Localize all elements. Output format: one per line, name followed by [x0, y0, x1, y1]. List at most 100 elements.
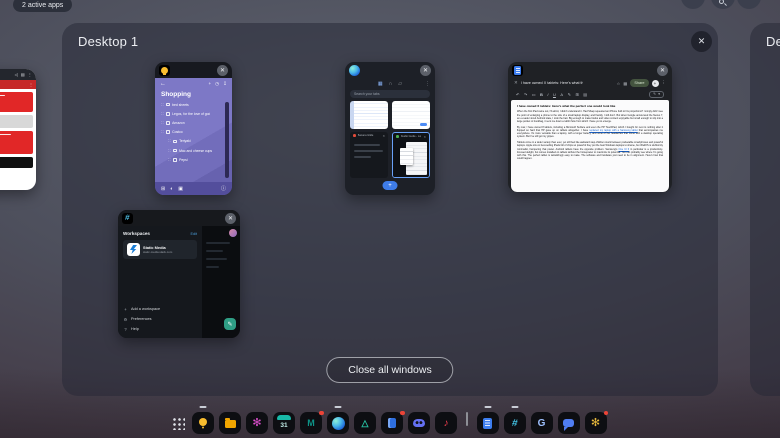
search-tabs-input[interactable]: Search your tabs	[350, 90, 430, 98]
pin-icon[interactable]: +	[208, 81, 211, 87]
new-tab-button[interactable]: +	[382, 181, 398, 190]
taskbar-drive-icon[interactable]	[354, 412, 376, 434]
active-apps-pill[interactable]: 2 active apps	[13, 0, 73, 12]
checkbox[interactable]	[173, 139, 177, 144]
taskbar-gallery-icon[interactable]	[246, 412, 268, 434]
edge-close-button[interactable]: ✕	[420, 64, 431, 76]
checklist-item[interactable]: ∷ Teriyaki	[161, 137, 226, 146]
checklist-item[interactable]: ∷ Pepsi	[161, 155, 226, 164]
drag-handle-icon[interactable]: ∷	[161, 120, 164, 125]
keep-window[interactable]: ✕ ← + ◷ ↧ Shopping ∷ bed sheets ∷ Legos, fo…	[155, 62, 232, 195]
close-doc-icon[interactable]: ✕	[514, 80, 518, 86]
slack-window[interactable]: # ✕ Workspaces Edit Static Media static-…	[118, 210, 240, 338]
top-action-button-2[interactable]	[737, 0, 761, 9]
align-icon[interactable]: ▤	[583, 92, 587, 97]
workspace-item[interactable]: Static Media static-media.slack.com	[123, 240, 197, 259]
top-action-button-1[interactable]	[681, 0, 705, 9]
undo-icon[interactable]: ↶	[516, 92, 519, 97]
keep-close-button[interactable]: ✕	[217, 64, 228, 76]
drag-handle-icon[interactable]: ∷	[161, 130, 164, 134]
taskbar-google-keep-icon[interactable]	[192, 406, 214, 434]
back-icon[interactable]: ←	[160, 81, 166, 87]
tab-thumbnail-document[interactable]	[392, 101, 430, 129]
italic-button[interactable]: I	[547, 92, 548, 97]
search-button[interactable]	[711, 0, 735, 9]
edit-button[interactable]: Edit	[190, 232, 197, 236]
checklist-item[interactable]: ∷ Amazon	[161, 118, 226, 127]
bold-button[interactable]: B	[540, 92, 543, 97]
avatar[interactable]	[229, 229, 237, 237]
close-tab-icon[interactable]: ✕	[382, 134, 385, 138]
checkbox[interactable]	[166, 130, 170, 134]
compose-button[interactable]: ✎	[224, 318, 236, 330]
taskbar-calendar-icon[interactable]: 31	[273, 412, 295, 434]
taskbar-google-docs-icon[interactable]	[476, 406, 499, 434]
print-icon[interactable]: ▭	[532, 92, 536, 97]
grid-icon[interactable]: ▦	[623, 81, 627, 86]
tab-thumbnail-spreadsheet[interactable]	[350, 101, 388, 129]
add-workspace-button[interactable]: + Add a workspace	[123, 304, 197, 314]
tab-groups-icon[interactable]: ▱	[398, 81, 402, 87]
add-checkbox-icon[interactable]: ⊞	[161, 186, 165, 192]
tab-thumbnail-dark[interactable]: Banana Glide ✕	[350, 132, 388, 178]
note-title[interactable]: Shopping	[155, 88, 232, 100]
drag-handle-icon[interactable]: ∷	[168, 139, 171, 143]
editing-mode-button[interactable]: ✎ ▾	[649, 90, 664, 98]
share-button[interactable]: Share	[630, 79, 649, 87]
tab-thumbnail-selected[interactable]: Studio Guide - Layout ✕	[392, 132, 430, 178]
checklist-item[interactable]: ∷ Costco	[161, 128, 226, 137]
reminder-icon[interactable]: ◷	[215, 81, 219, 87]
next-desktop-panel[interactable]: Desktop 2	[750, 23, 780, 396]
checklist-item[interactable]: ∷ Mac and cheese cups	[161, 146, 226, 155]
checkbox[interactable]	[173, 148, 177, 153]
highlight-button[interactable]: ✎	[568, 92, 571, 97]
checklist-item[interactable]: ∷ bed sheets	[161, 100, 226, 109]
info-icon[interactable]: ⓘ	[221, 185, 226, 192]
image-icon[interactable]: ▣	[178, 186, 183, 192]
desktop-close-button[interactable]: ✕	[691, 31, 712, 52]
docs-window[interactable]: ✕ ✕ I have owned X tablets: Here's what …	[508, 62, 672, 192]
drag-handle-icon[interactable]: ∷	[161, 102, 164, 107]
taskbar-app-drawer-button[interactable]	[170, 412, 187, 434]
redo-icon[interactable]: ↷	[524, 92, 527, 97]
tabs-grid-icon[interactable]: ▦	[378, 81, 383, 87]
add-button[interactable]: +	[651, 79, 659, 87]
edge-window[interactable]: ✕ ▦ ∩ ▱ ⋮ Search your tabs Banana Glide …	[345, 62, 435, 195]
close-tab-icon[interactable]: ✕	[423, 135, 426, 139]
checklist-item[interactable]: ∷ Legos, for the love of god	[161, 109, 226, 118]
kebab-menu-icon[interactable]: ⋮	[662, 80, 667, 86]
taskbar-messages-icon[interactable]	[557, 412, 580, 434]
incognito-icon[interactable]: ∩	[389, 81, 393, 87]
adjacent-window-left[interactable]: ◁ ▤ ⋮ ⋮	[0, 69, 36, 190]
docs-close-button[interactable]: ✕	[657, 64, 668, 76]
taskbar-discord-icon[interactable]	[408, 412, 430, 434]
underline-button[interactable]: U	[553, 92, 556, 97]
taskbar-music-icon[interactable]	[435, 412, 457, 434]
kebab-menu-icon[interactable]: ⋮	[425, 81, 430, 87]
drag-handle-icon[interactable]: ∷	[168, 157, 171, 162]
drag-handle-icon[interactable]: ∷	[161, 111, 164, 116]
palette-icon[interactable]: ◐	[170, 186, 173, 192]
preferences-button[interactable]: ⚙ Preferences	[123, 314, 197, 324]
help-button[interactable]: ? Help	[123, 324, 197, 334]
taskbar-files-icon[interactable]	[219, 412, 241, 434]
text-color-button[interactable]: A	[560, 92, 563, 97]
close-all-windows-button[interactable]: Close all windows	[326, 357, 454, 383]
insert-table-icon[interactable]: ⊞	[575, 92, 578, 97]
checkbox[interactable]	[166, 111, 170, 116]
checkbox[interactable]	[166, 121, 170, 125]
drag-handle-icon[interactable]: ∷	[168, 148, 171, 153]
taskbar-photos-pinwheel-icon[interactable]	[584, 410, 608, 434]
taskbar-google-icon[interactable]	[530, 412, 553, 434]
taskbar-reader-icon[interactable]	[381, 410, 405, 434]
checkbox[interactable]	[173, 157, 177, 162]
checkbox[interactable]	[166, 102, 170, 107]
star-icon[interactable]: ☆	[617, 81, 621, 86]
taskbar-gmail-icon[interactable]	[300, 410, 324, 434]
taskbar-slack-icon[interactable]	[503, 406, 526, 434]
taskbar-edge-icon[interactable]	[327, 406, 349, 434]
scrollbar[interactable]	[225, 102, 229, 178]
document-page[interactable]: I have owned X tablets: Here's what the …	[511, 100, 669, 192]
doc-title[interactable]: I have owned X tablets: Here's what the …	[521, 81, 583, 85]
slack-close-button[interactable]: ✕	[225, 212, 236, 224]
